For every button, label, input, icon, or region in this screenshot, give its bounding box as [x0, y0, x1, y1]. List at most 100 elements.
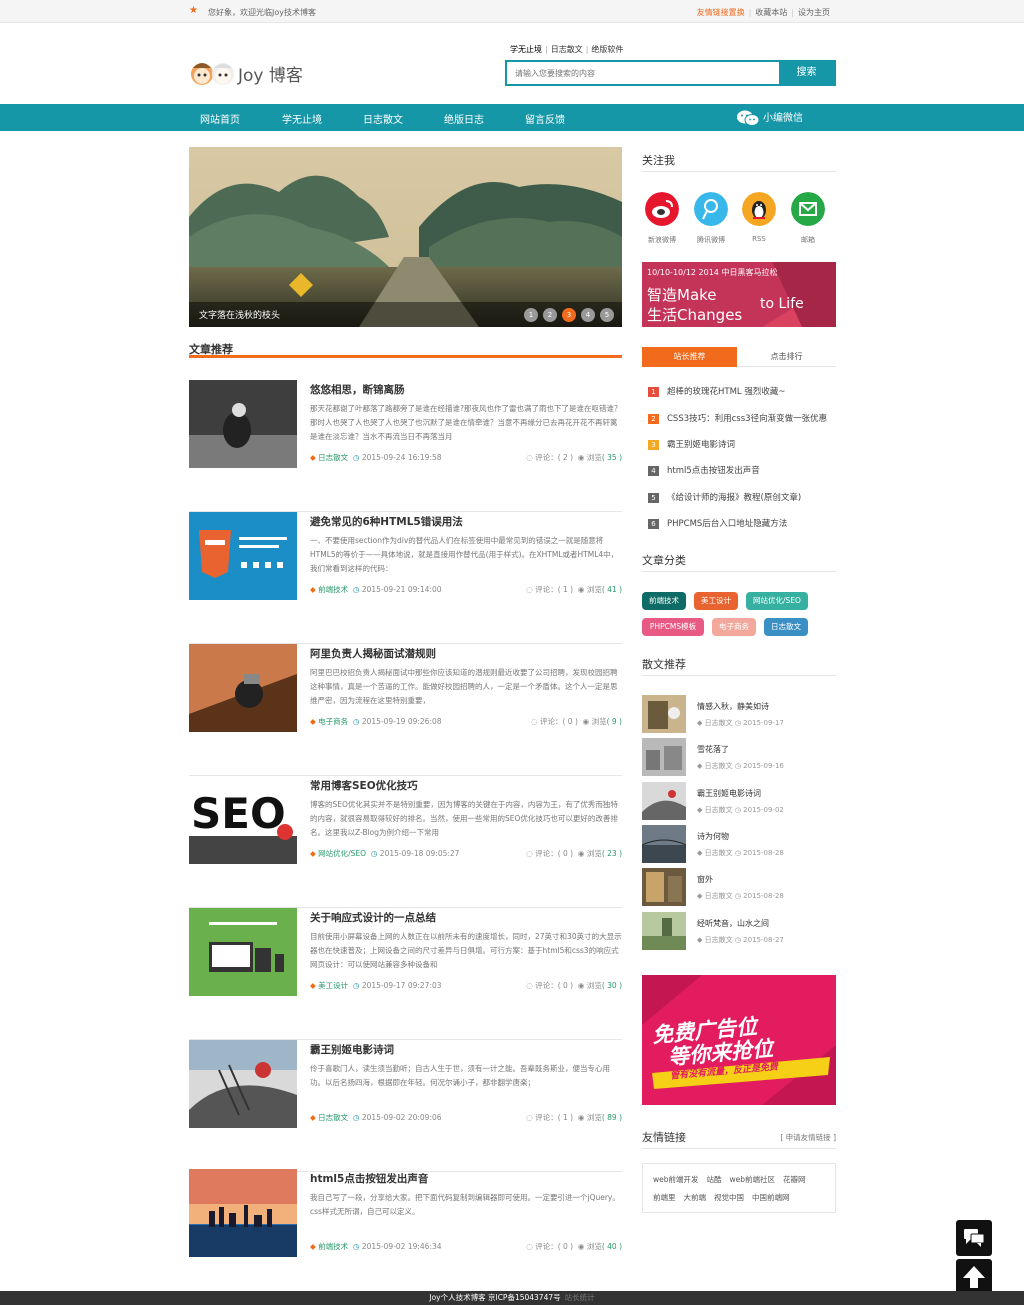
top-link-friend-exchange[interactable]: 友情链接置换	[693, 8, 749, 17]
article-title[interactable]: 常用博客SEO优化技巧	[310, 778, 418, 793]
prose-thumbnail[interactable]	[642, 738, 686, 776]
rank-title[interactable]: 超棒的玫瑰花HTML 强烈收藏~	[667, 387, 785, 397]
top-link-bookmark[interactable]: 收藏本站	[751, 8, 791, 17]
rank-item[interactable]: 3 霸王别姬电影诗词	[648, 438, 838, 450]
article-item[interactable]: 避免常见的6种HTML5错误用法 一、不要使用section作为div的替代品人们…	[189, 512, 622, 644]
nav-wechat[interactable]: 小编微信	[737, 109, 803, 126]
banner-dot[interactable]: 1	[524, 308, 538, 322]
rank-title[interactable]: CSS3技巧：利用css3径向渐变做一张优惠	[667, 414, 827, 424]
prose-category[interactable]: 日志散文	[705, 849, 733, 857]
article-item[interactable]: 霸王别姬电影诗词 伶于喜歌门人，读生须当勤听；自古人生于世，须有一计之能。吾辈既务…	[189, 1040, 622, 1172]
article-title[interactable]: html5点击按钮发出声音	[310, 1171, 428, 1186]
nav-item-study[interactable]: 学无止境	[282, 111, 322, 126]
prose-thumbnail[interactable]	[642, 695, 686, 733]
article-thumbnail[interactable]	[189, 1040, 297, 1128]
rank-item[interactable]: 6 PHPCMS后台入口地址隐藏方法	[648, 517, 838, 529]
banner-dot[interactable]: 2	[543, 308, 557, 322]
article-comments[interactable]: 评论：( 2 )	[535, 453, 573, 462]
quick-link-software[interactable]: 绝版软件	[588, 45, 626, 54]
prose-item[interactable]: 窗外 ◆ 日志散文 ◷ 2015-08-28	[642, 868, 836, 906]
rank-item[interactable]: 2 CSS3技巧：利用css3径向渐变做一张优惠	[648, 412, 838, 424]
article-title[interactable]: 避免常见的6种HTML5错误用法	[310, 514, 463, 529]
article-category[interactable]: 网站优化/SEO	[318, 849, 366, 858]
prose-item[interactable]: 情感入秋，静美如诗 ◆ 日志散文 ◷ 2015-09-17	[642, 695, 836, 733]
friend-link[interactable]: 站酷	[707, 1175, 722, 1184]
banner-dot-active[interactable]: 3	[562, 308, 576, 322]
follow-rss[interactable]: RSS	[742, 192, 776, 243]
article-title[interactable]: 悠悠相思，断锦离肠	[310, 382, 405, 397]
search-button[interactable]: 搜索	[779, 62, 834, 84]
footer-stat-link[interactable]: 站长统计	[565, 1293, 595, 1302]
search-input[interactable]	[507, 62, 781, 84]
article-category[interactable]: 前端技术	[318, 1242, 348, 1251]
friend-link[interactable]: 大前端	[684, 1193, 707, 1202]
prose-item[interactable]: 雪花落了 ◆ 日志散文 ◷ 2015-09-16	[642, 738, 836, 776]
rank-title[interactable]: 《给设计师的海报》教程(原创文章)	[667, 493, 801, 503]
nav-item-prose[interactable]: 日志散文	[363, 111, 403, 126]
article-thumbnail[interactable]	[189, 380, 297, 468]
back-to-top-button[interactable]	[956, 1259, 992, 1295]
quick-link-study[interactable]: 学无止境	[507, 45, 545, 54]
quick-link-prose[interactable]: 日志散文	[548, 45, 586, 54]
prose-thumbnail[interactable]	[642, 912, 686, 950]
article-item[interactable]: html5点击按钮发出声音 我自己写了一段，分享给大家。把下面代码复制到编辑器即可…	[189, 1169, 622, 1301]
prose-item[interactable]: 霸王别姬电影诗词 ◆ 日志散文 ◷ 2015-09-02	[642, 782, 836, 820]
site-logo[interactable]: Joy 博客	[190, 56, 310, 90]
article-comments[interactable]: 评论：( 1 )	[535, 1113, 573, 1122]
friend-link[interactable]: web前端社区	[730, 1175, 776, 1184]
rank-item[interactable]: 1 超棒的玫瑰花HTML 强烈收藏~	[648, 385, 838, 397]
prose-category[interactable]: 日志散文	[705, 936, 733, 944]
prose-category[interactable]: 日志散文	[705, 806, 733, 814]
article-category[interactable]: 美工设计	[318, 981, 348, 990]
friend-link[interactable]: 花瓣网	[783, 1175, 806, 1184]
follow-weibo[interactable]: 新浪微博	[645, 192, 679, 245]
tag-ecommerce[interactable]: 电子商务	[712, 618, 756, 636]
prose-title[interactable]: 经听梵音，山水之间	[697, 918, 769, 929]
banner-dot[interactable]: 4	[581, 308, 595, 322]
rank-item[interactable]: 4 html5点击按钮发出声音	[648, 464, 838, 476]
article-comments[interactable]: 评论：( 0 )	[535, 1242, 573, 1251]
prose-title[interactable]: 诗为何物	[697, 831, 729, 842]
tag-frontend[interactable]: 前端技术	[642, 592, 686, 610]
article-thumbnail[interactable]	[189, 908, 297, 996]
prose-thumbnail[interactable]	[642, 825, 686, 863]
prose-item[interactable]: 诗为何物 ◆ 日志散文 ◷ 2015-08-28	[642, 825, 836, 863]
prose-title[interactable]: 雪花落了	[697, 744, 729, 755]
tab-recommend[interactable]: 站长推荐	[642, 347, 737, 367]
article-item[interactable]: 阿里负责人揭秘面试潜规则 阿里巴巴校招负责人揭秘面试中那些你应该知道的潜规则最近收…	[189, 644, 622, 776]
article-comments[interactable]: 评论：( 0 )	[535, 849, 573, 858]
article-item[interactable]: 悠悠相思，断锦离肠 那天花都谢了叶都落了路都旁了是谁在经描谁?那夜风也作了雷也满了…	[189, 380, 622, 512]
rank-title[interactable]: PHPCMS后台入口地址隐藏方法	[667, 519, 787, 529]
friend-link[interactable]: 中国前端网	[752, 1193, 790, 1202]
article-category[interactable]: 日志散文	[318, 1113, 348, 1122]
prose-category[interactable]: 日志散文	[705, 892, 733, 900]
article-title[interactable]: 阿里负责人揭秘面试潜规则	[310, 646, 436, 661]
banner-slider[interactable]: 文字落在浅秋的枝头 12345	[189, 147, 622, 327]
follow-tencent-weibo[interactable]: 腾讯微博	[694, 192, 728, 245]
prose-category[interactable]: 日志散文	[705, 762, 733, 770]
prose-title[interactable]: 窗外	[697, 874, 713, 885]
article-category[interactable]: 日志散文	[318, 453, 348, 462]
article-item[interactable]: 关于响应式设计的一点总结 目前使用小屏幕设备上网的人数正在以前所未有的速度增长，同…	[189, 908, 622, 1040]
tag-phpcms[interactable]: PHPCMS模板	[642, 618, 704, 636]
nav-item-home[interactable]: 网站首页	[200, 111, 240, 126]
tag-seo[interactable]: 网站优化/SEO	[746, 592, 808, 610]
tag-prose[interactable]: 日志散文	[764, 618, 808, 636]
article-category[interactable]: 前端技术	[318, 585, 348, 594]
tab-click-rank[interactable]: 点击排行	[739, 347, 834, 367]
article-comments[interactable]: 评论：( 0 )	[540, 717, 578, 726]
rank-item[interactable]: 5 《给设计师的海报》教程(原创文章)	[648, 491, 838, 503]
article-thumbnail[interactable]	[189, 1169, 297, 1257]
article-thumbnail[interactable]: SEO	[189, 776, 297, 864]
top-link-homepage[interactable]: 设为主页	[794, 8, 834, 17]
article-comments[interactable]: 评论：( 1 )	[535, 585, 573, 594]
prose-item[interactable]: 经听梵音，山水之间 ◆ 日志散文 ◷ 2015-08-27	[642, 912, 836, 950]
prose-thumbnail[interactable]	[642, 868, 686, 906]
banner-dot[interactable]: 5	[600, 308, 614, 322]
apply-friend-link[interactable]: [ 申请友情链接 ]	[780, 1132, 836, 1143]
rank-title[interactable]: 霸王别姬电影诗词	[667, 440, 735, 450]
prose-title[interactable]: 情感入秋，静美如诗	[697, 701, 769, 712]
friend-link[interactable]: web前端开发	[653, 1175, 699, 1184]
article-title[interactable]: 霸王别姬电影诗词	[310, 1042, 394, 1057]
hackathon-ad[interactable]: 10/10-10/12 2014 中日黑客马拉松 智造Make 生活Change…	[642, 262, 836, 327]
